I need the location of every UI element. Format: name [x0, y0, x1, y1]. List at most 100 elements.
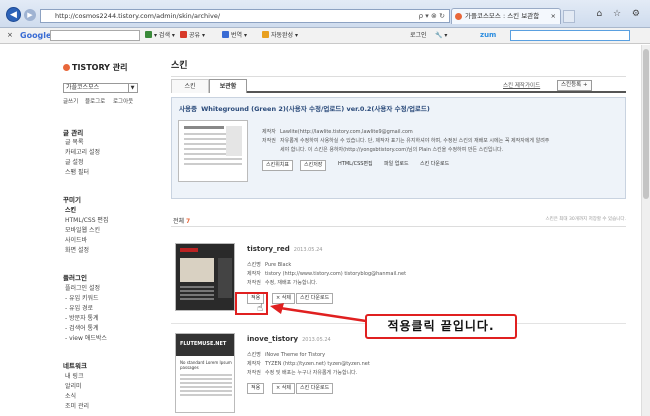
skin-meta-maker: 제작자 tistory (http://www.tistory.com) tist… — [247, 270, 406, 277]
write-button[interactable]: 글쓰기 — [63, 98, 78, 107]
skin-meta-maker: 제작자 TYZEN (http://tyzen.net) tyzen@tyzen.… — [247, 360, 370, 367]
search-icon — [145, 31, 152, 38]
tistory-logo-icon — [63, 64, 70, 71]
skin-meta-name: 스킨명 Pure Black — [247, 261, 291, 268]
apply-button[interactable]: 적용 — [247, 383, 265, 394]
logout-button[interactable]: 로그아웃 — [113, 98, 133, 107]
skin-name: tistory_red 2013.05.24 — [247, 245, 322, 253]
sidebar-item-post-list[interactable]: 글 목록 — [65, 137, 83, 146]
skin-item-inove-tistory: FLUTEMUSE.NET No standard Lorem Ipsum pa… — [171, 333, 626, 413]
new-tab-button[interactable] — [563, 10, 575, 23]
annotation-arrow-icon — [270, 303, 367, 323]
sidebar-item-keywords[interactable]: - 유입 키워드 — [65, 293, 99, 302]
main-content: 스킨 스킨 보관함 스킨 제작가이드 스킨등록 + 사용중 Whitegroun… — [150, 45, 641, 416]
forward-button[interactable]: ▶ — [24, 9, 36, 21]
sidebar-item-post-settings[interactable]: 글 설정 — [65, 157, 83, 166]
current-skin-desc: 저작권 자유롭게 수정하여 사용하실 수 있습니다. 단, 제작자 표기는 유지하… — [262, 137, 549, 144]
html-css-edit-button[interactable]: HTML/CSS편집 — [335, 160, 376, 171]
meta-value: Pure Black — [265, 262, 292, 268]
meta-key: 스킨명 — [247, 262, 261, 268]
tab-close-icon[interactable]: × — [551, 9, 556, 24]
delete-button[interactable]: × 삭제 — [272, 383, 295, 394]
toolbar-search-button[interactable]: ▾ 검색 ▾ — [145, 28, 175, 43]
toolbar-autocomplete-label: 자동완성 ▾ — [271, 32, 298, 39]
maker-value: Lawlite(http://lawlite.tistory.com,lawli… — [280, 129, 413, 135]
sidebar-item-my-links[interactable]: 내 링크 — [65, 371, 83, 380]
browser-titlebar: ◀ ▶ http://cosmos2244.tistory.com/admin/… — [0, 0, 650, 28]
skin-date: 2013.05.24 — [293, 247, 323, 253]
sidebar-item-plugin-settings[interactable]: 플러그인 설정 — [65, 283, 100, 292]
meta-value: 수정, 재배포 가능합니다. — [265, 280, 318, 286]
address-bar[interactable]: http://cosmos2244.tistory.com/admin/skin… — [40, 9, 450, 23]
google-logo: Google — [20, 31, 52, 40]
sidebar-item-screen[interactable]: 화면 설정 — [65, 245, 89, 254]
sidebar-item-news[interactable]: 소식 — [65, 391, 76, 400]
current-skin-header: 사용중 Whiteground (Green 2)(사용자 수정/업로드) ve… — [179, 103, 430, 113]
page-scrollbar[interactable] — [641, 45, 650, 416]
scrollbar-thumb[interactable] — [643, 49, 649, 199]
toolbar-translate-label: 번역 ▾ — [231, 32, 247, 39]
skin-position-button[interactable]: 스킨위치표 — [262, 160, 294, 171]
address-tools[interactable]: ρ ▾ ⊗ ↻ — [419, 10, 445, 22]
tab-archive[interactable]: 보관함 — [209, 79, 247, 93]
total-count: 전체 7 — [173, 216, 190, 225]
toolbar-tools-button[interactable]: 🔧 ▾ — [435, 28, 447, 43]
sidebar-item-view-adbox[interactable]: - view 애드박스 — [65, 333, 107, 342]
meta-key: 저작권 — [247, 280, 261, 286]
skin-thumbnail — [175, 243, 235, 311]
skin-download-button[interactable]: 스킨 다운로드 — [417, 160, 452, 171]
toolbar-share-button[interactable]: 공유 ▾ — [180, 28, 205, 43]
hand-cursor-icon: ☝ — [257, 303, 264, 314]
sidebar-item-category[interactable]: 카테고리 설정 — [65, 147, 100, 156]
sidebar-item-skin[interactable]: 스킨 — [65, 205, 76, 214]
skin-meta-copyright: 저작권 수정 및 배포는 누구나 자유롭게 가능합니다. — [247, 369, 357, 376]
sidebar-item-visitors[interactable]: - 방문자 통계 — [65, 313, 99, 322]
skin-guide-link[interactable]: 스킨 제작가이드 — [503, 81, 540, 89]
browser-tab[interactable]: 가플코스모스 : 스킨 보관함 × — [451, 8, 561, 24]
download-button[interactable]: 스킨 다운로드 — [296, 383, 334, 394]
blog-select-value: 가플코스모스 — [66, 84, 100, 91]
browser-window-icons[interactable]: ⌂ ☆ ⚙ — [596, 9, 644, 19]
sidebar-item-manage[interactable]: 조미 관리 — [65, 401, 89, 410]
share-icon — [180, 31, 187, 38]
skin-name-text: tistory_red — [247, 245, 290, 253]
skin-name-text: inove_tistory — [247, 335, 299, 343]
sidebar-item-referrer[interactable]: - 유입 경로 — [65, 303, 93, 312]
maker-key: 제작자 — [262, 129, 276, 135]
meta-key: 제작자 — [247, 361, 261, 367]
back-button[interactable]: ◀ — [6, 7, 21, 22]
toolbar-translate-button[interactable]: 번역 ▾ — [222, 28, 247, 43]
page-title: 스킨 — [171, 61, 188, 71]
sidebar-heading-posts: 글 관리 — [63, 129, 84, 137]
thumb-title: FLUTEMUSE.NET — [180, 341, 227, 347]
sidebar-item-search-stats[interactable]: - 검색어 통계 — [65, 323, 99, 332]
blog-select[interactable]: 가플코스모스 ▼ — [63, 83, 138, 93]
sidebar-heading-design: 꾸미기 — [63, 196, 81, 204]
sidebar-item-html-css[interactable]: HTML/CSS 편집 — [65, 215, 108, 224]
tistory-logo[interactable]: TISTORY 관리 — [63, 62, 127, 73]
toolbar-autocomplete-button[interactable]: 자동완성 ▾ — [262, 28, 298, 43]
file-upload-button[interactable]: 파일 업로드 — [381, 160, 412, 171]
toolbar-login-button[interactable]: 로그인 — [410, 28, 427, 43]
annotation-callout: 적용클릭 끝입니다. — [365, 314, 517, 339]
tab-skin[interactable]: 스킨 — [171, 79, 209, 93]
skin-tabs: 스킨 보관함 스킨 제작가이드 스킨등록 + — [171, 79, 626, 93]
skin-save-button[interactable]: 스킨저장 — [300, 160, 327, 171]
skin-count-row: 전체 7 스킨은 최대 30개까지 저장할 수 있습니다. — [171, 215, 626, 227]
skin-date: 2013.05.24 — [302, 337, 331, 343]
toolbar-close-icon[interactable]: × — [7, 28, 13, 43]
goto-blog-button[interactable]: 블로그로 — [85, 98, 105, 107]
skin-meta-copyright: 저작권 수정, 재배포 가능합니다. — [247, 279, 317, 286]
sidebar-item-notifier[interactable]: 알리미 — [65, 381, 82, 390]
meta-value: iNove Theme for Tistory — [265, 352, 326, 358]
thumb-text: No standard Lorem Ipsum passages — [180, 360, 232, 370]
skin-register-button[interactable]: 스킨등록 + — [557, 80, 592, 91]
sidebar-item-sidebar[interactable]: 사이드바 — [65, 235, 87, 244]
sidebar-item-mobile-skin[interactable]: 모바일웹 스킨 — [65, 225, 100, 234]
toolbar-search-label: ▾ 검색 ▾ — [154, 32, 175, 39]
meta-key: 제작자 — [247, 271, 261, 277]
google-search-input[interactable] — [50, 30, 140, 41]
current-skin-label: 사용중 — [179, 105, 197, 113]
sidebar-item-spam-filter[interactable]: 스팸 필터 — [65, 167, 89, 176]
zum-search-input[interactable] — [510, 30, 630, 41]
